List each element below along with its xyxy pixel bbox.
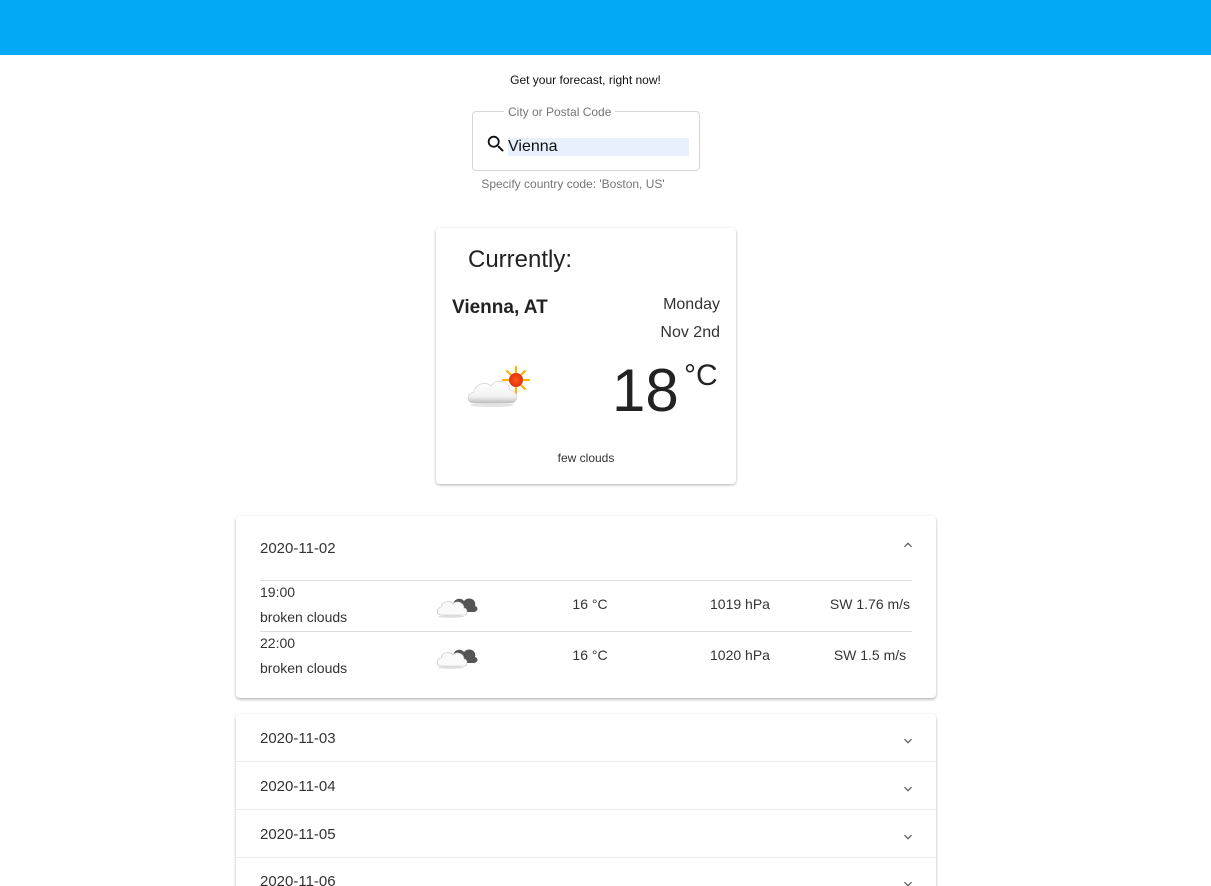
forecast-day-date: 2020-11-05 bbox=[260, 826, 336, 843]
forecast-hour-temperature: 16 °C bbox=[572, 596, 608, 612]
forecast-hour-time: 19:00 bbox=[260, 584, 296, 600]
chevron-down-icon[interactable] bbox=[900, 781, 916, 797]
search-field[interactable]: City or Postal Code bbox=[472, 105, 700, 171]
chevron-down-icon[interactable] bbox=[900, 829, 916, 845]
current-temperature-unit: °C bbox=[684, 359, 718, 392]
forecast-day-date: 2020-11-04 bbox=[260, 778, 336, 795]
forecast-hour-row: 19:00 broken clouds 16 °C 1019 hPa SW 1.… bbox=[260, 580, 912, 631]
tagline: Get your forecast, right now! bbox=[510, 73, 661, 87]
forecast-day-date: 2020-11-03 bbox=[260, 730, 336, 747]
search-input[interactable] bbox=[508, 138, 689, 156]
broken-clouds-icon bbox=[436, 649, 478, 669]
forecast-hour-pressure: 1020 hPa bbox=[710, 647, 770, 663]
forecast-day-panel: 2020-11-02 19:00 broken clouds 16 °C 101… bbox=[236, 516, 936, 698]
search-hint: Specify country code: 'Boston, US' bbox=[481, 177, 665, 191]
current-day: Monday bbox=[663, 296, 720, 313]
current-date: Nov 2nd bbox=[660, 324, 720, 341]
forecast-collapsed-group: 2020-11-03 2020-11-04 2020-11-05 2020-11… bbox=[236, 714, 936, 886]
forecast-hour-description: broken clouds bbox=[260, 609, 348, 625]
current-title: Currently: bbox=[468, 246, 573, 273]
chevron-up-icon[interactable] bbox=[900, 537, 916, 553]
current-description: few clouds bbox=[557, 451, 615, 465]
forecast-day-date: 2020-11-02 bbox=[260, 540, 336, 557]
search-field-label: City or Postal Code bbox=[504, 105, 616, 119]
forecast-hour-wind: SW 1.76 m/s bbox=[829, 596, 911, 612]
search-icon bbox=[487, 135, 504, 152]
forecast-day-header[interactable]: 2020-11-03 bbox=[236, 714, 936, 762]
current-temperature: 18 bbox=[612, 357, 679, 424]
forecast-hour-pressure: 1019 hPa bbox=[710, 596, 770, 612]
forecast-day-header[interactable]: 2020-11-02 bbox=[236, 516, 936, 564]
forecast-day-header[interactable]: 2020-11-06 bbox=[236, 858, 936, 886]
forecast-day-date: 2020-11-06 bbox=[260, 873, 336, 886]
forecast-hour-description: broken clouds bbox=[260, 660, 348, 676]
forecast-day-header[interactable]: 2020-11-04 bbox=[236, 762, 936, 810]
forecast-hour-time: 22:00 bbox=[260, 635, 296, 651]
current-city: Vienna, AT bbox=[452, 297, 548, 318]
forecast-hour-wind: SW 1.5 m/s bbox=[833, 647, 907, 663]
app-bar bbox=[0, 0, 1211, 55]
forecast-hour-temperature: 16 °C bbox=[572, 647, 608, 663]
current-weather-card: Currently: Vienna, AT Monday Nov 2nd 18 … bbox=[436, 228, 736, 484]
chevron-down-icon[interactable] bbox=[900, 876, 916, 886]
forecast-day-header[interactable]: 2020-11-05 bbox=[236, 810, 936, 858]
chevron-down-icon[interactable] bbox=[900, 733, 916, 749]
broken-clouds-icon bbox=[436, 598, 478, 618]
few-clouds-icon bbox=[467, 365, 531, 407]
forecast-hour-row: 22:00 broken clouds 16 °C 1020 hPa SW 1.… bbox=[260, 631, 912, 682]
